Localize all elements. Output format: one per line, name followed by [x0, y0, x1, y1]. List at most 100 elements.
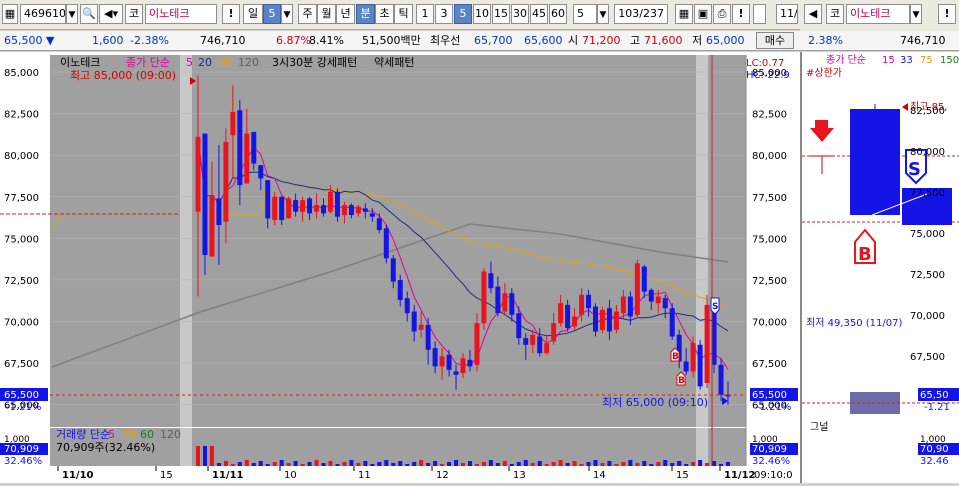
- period-min-button[interactable]: 분: [356, 4, 375, 24]
- main-chart-pane[interactable]: 이노테크 종가 단순 5 20 60 120 3시30분 강세패턴 약세패턴 최…: [0, 52, 800, 483]
- print-icon[interactable]: ⎙: [713, 4, 731, 24]
- right-name-dropdown-button[interactable]: ▼: [910, 4, 922, 24]
- legend-ma5: 5: [186, 56, 193, 69]
- candle-body: [544, 343, 550, 354]
- volume-bar: [656, 462, 661, 466]
- date-checkbox[interactable]: [753, 4, 766, 24]
- period-week-button[interactable]: 주: [298, 4, 317, 24]
- volume-bar: [356, 463, 361, 466]
- volume-bar: [461, 463, 465, 466]
- buy-signal-marker-1: B: [670, 347, 680, 362]
- stock-list-icon[interactable]: ▦: [2, 4, 18, 24]
- y-axis-left: 85,000 82,500 80,000 77,500 75,000 72,500 70,0…: [4, 68, 39, 412]
- code-dropdown-button[interactable]: ▼: [66, 4, 78, 24]
- period-dropdown-button[interactable]: ▼: [281, 4, 293, 24]
- volume-bar: [530, 463, 535, 466]
- volume-bar: [279, 460, 284, 466]
- legend-strong-pattern: 3시30분 강세패턴: [272, 56, 357, 69]
- current-price: 65,500: [4, 34, 43, 47]
- alert-icon[interactable]: !: [222, 4, 240, 24]
- volume-bar: [719, 464, 724, 466]
- candle-body: [467, 359, 473, 367]
- sound-icon[interactable]: ◀▾: [99, 4, 123, 24]
- volume-bar: [223, 461, 228, 466]
- candle-body: [627, 296, 633, 317]
- buy-signal-marker-2: B: [676, 371, 686, 386]
- interval-15-button[interactable]: 15: [492, 4, 510, 24]
- period-tick-button[interactable]: 틱: [394, 4, 413, 24]
- volume-bar: [447, 462, 452, 466]
- x-tick-label: 11: [358, 470, 371, 481]
- stock-name-field[interactable]: 이노테크: [145, 4, 217, 24]
- x-tick-label: 11/11: [212, 470, 244, 481]
- session-break-1: [180, 55, 192, 427]
- x-tick-label: 11/10: [62, 470, 94, 481]
- candle-body: [376, 218, 382, 231]
- count-select[interactable]: 5: [573, 4, 597, 24]
- interval-30-button[interactable]: 30: [511, 4, 529, 24]
- volume-bar: [565, 463, 570, 466]
- volume-bar: [377, 462, 382, 466]
- volume-value-label: 70,909주(32.46%): [56, 441, 155, 454]
- right-stock-name-field[interactable]: 이노테크: [846, 4, 910, 24]
- volume-bar: [488, 460, 493, 466]
- market-selector[interactable]: 코: [125, 4, 143, 24]
- period-second-button[interactable]: 초: [375, 4, 394, 24]
- candle-body: [593, 306, 598, 332]
- candle-body: [272, 196, 278, 221]
- candle-body: [383, 228, 389, 259]
- buy-button[interactable]: 매수: [756, 32, 794, 49]
- volume-bar: [405, 464, 410, 466]
- volume-bar: [649, 464, 654, 466]
- period-month-button[interactable]: 월: [317, 4, 336, 24]
- right-sound-icon[interactable]: ◀: [804, 4, 822, 24]
- candle-body: [209, 195, 215, 257]
- right-market-selector[interactable]: 코: [826, 4, 844, 24]
- volume-bar: [726, 462, 730, 466]
- candle-body: [314, 205, 320, 212]
- period-year-button[interactable]: 년: [336, 4, 355, 24]
- volume-bar: [300, 464, 305, 466]
- candle-body: [348, 205, 354, 216]
- candle-body: [404, 298, 410, 314]
- interval-5-button[interactable]: 5: [454, 4, 472, 24]
- y-tick-label: 77,500: [4, 193, 39, 204]
- right-alert-icon[interactable]: !: [938, 4, 956, 24]
- mini-ma15: 15: [882, 55, 895, 66]
- legend-ma-label: 종가 단순: [126, 56, 170, 69]
- vol-ma5: 5: [108, 428, 115, 441]
- volume-bar: [440, 464, 445, 466]
- period-day-button[interactable]: 일: [243, 4, 263, 24]
- volume-bar: [209, 446, 214, 466]
- grid-icon[interactable]: ▦: [675, 4, 693, 24]
- candle-body: [460, 358, 466, 374]
- crosshair-time-label: 09:10:0: [754, 470, 793, 481]
- mini-y-tick-label: 70,000: [910, 311, 945, 322]
- search-icon[interactable]: 🔍: [80, 4, 98, 24]
- volume-bar: [635, 463, 640, 466]
- interval-10-button[interactable]: 10: [473, 4, 491, 24]
- candle-body: [523, 338, 529, 345]
- volume-bar: [551, 462, 556, 466]
- interval-1-button[interactable]: 1: [416, 4, 434, 24]
- count-dropdown-button[interactable]: ▼: [597, 4, 609, 24]
- price-chart[interactable]: 이노테크 종가 단순 5 20 60 120 3시30분 강세패턴 약세패턴 최…: [0, 52, 800, 483]
- period-num-field[interactable]: 5: [263, 4, 281, 24]
- candle-body: [530, 334, 536, 345]
- mini-signal-label: 그널: [810, 421, 828, 433]
- date-field[interactable]: 11/: [776, 4, 798, 24]
- save-icon[interactable]: ▣: [694, 4, 712, 24]
- volume-bar: [474, 464, 479, 466]
- mini-sell-label: S: [908, 159, 921, 180]
- candle-body: [481, 271, 487, 324]
- candle-body: [509, 293, 515, 315]
- candle-body: [195, 136, 201, 212]
- interval-45-button[interactable]: 45: [530, 4, 548, 24]
- stock-code-input[interactable]: 469610: [20, 4, 66, 24]
- interval-3-button[interactable]: 3: [435, 4, 453, 24]
- mini-legend-ma: 종가 단순: [826, 54, 866, 66]
- info-icon[interactable]: !: [732, 4, 750, 24]
- low-marker-label: 최저 65,000 (09:10): [602, 396, 708, 409]
- interval-60-button[interactable]: 60: [549, 4, 567, 24]
- weekly-mini-chart[interactable]: 종가 단순 15 33 75 150 #상한가 S B 최고 85, 최저 49…: [800, 52, 959, 483]
